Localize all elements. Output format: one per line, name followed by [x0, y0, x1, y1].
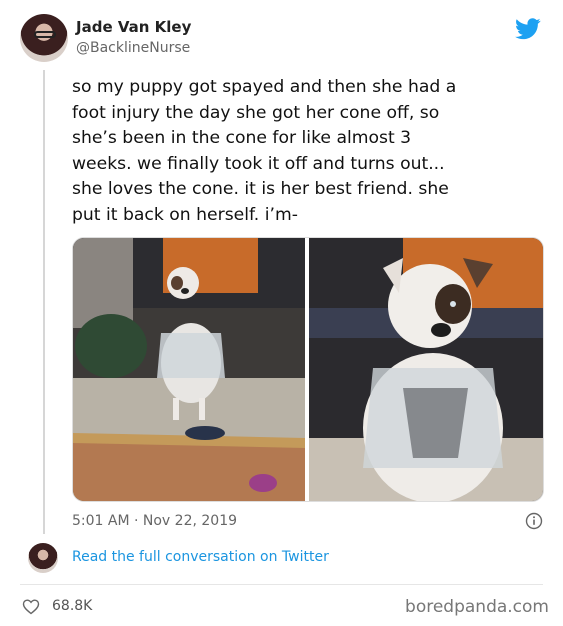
author-name[interactable]: Jade Van Kley	[76, 18, 191, 36]
author-avatar[interactable]	[20, 14, 68, 62]
thread-connector	[43, 70, 45, 534]
photo-left[interactable]	[73, 238, 305, 501]
photo-right[interactable]	[309, 238, 543, 501]
tweet-text: so my puppy got spayed and then she had …	[72, 77, 457, 225]
read-conversation-link[interactable]: Read the full conversation on Twitter	[72, 549, 329, 565]
info-icon[interactable]	[525, 512, 543, 530]
divider	[20, 584, 543, 585]
watermark: boredpanda.com	[405, 597, 549, 617]
media-photos	[73, 238, 543, 501]
reply-avatar	[28, 543, 58, 573]
author-handle[interactable]: @BacklineNurse	[76, 40, 190, 56]
heart-icon[interactable]	[22, 598, 40, 616]
avatar-glasses	[34, 31, 56, 38]
like-count: 68.8K	[52, 598, 93, 614]
tweet-card: Jade Van Kley @BacklineNurse so my puppy…	[0, 0, 563, 626]
tweet-timestamp[interactable]: 5:01 AM · Nov 22, 2019	[72, 513, 237, 529]
tweet-media[interactable]	[72, 237, 544, 502]
twitter-bird-icon[interactable]	[515, 18, 541, 40]
